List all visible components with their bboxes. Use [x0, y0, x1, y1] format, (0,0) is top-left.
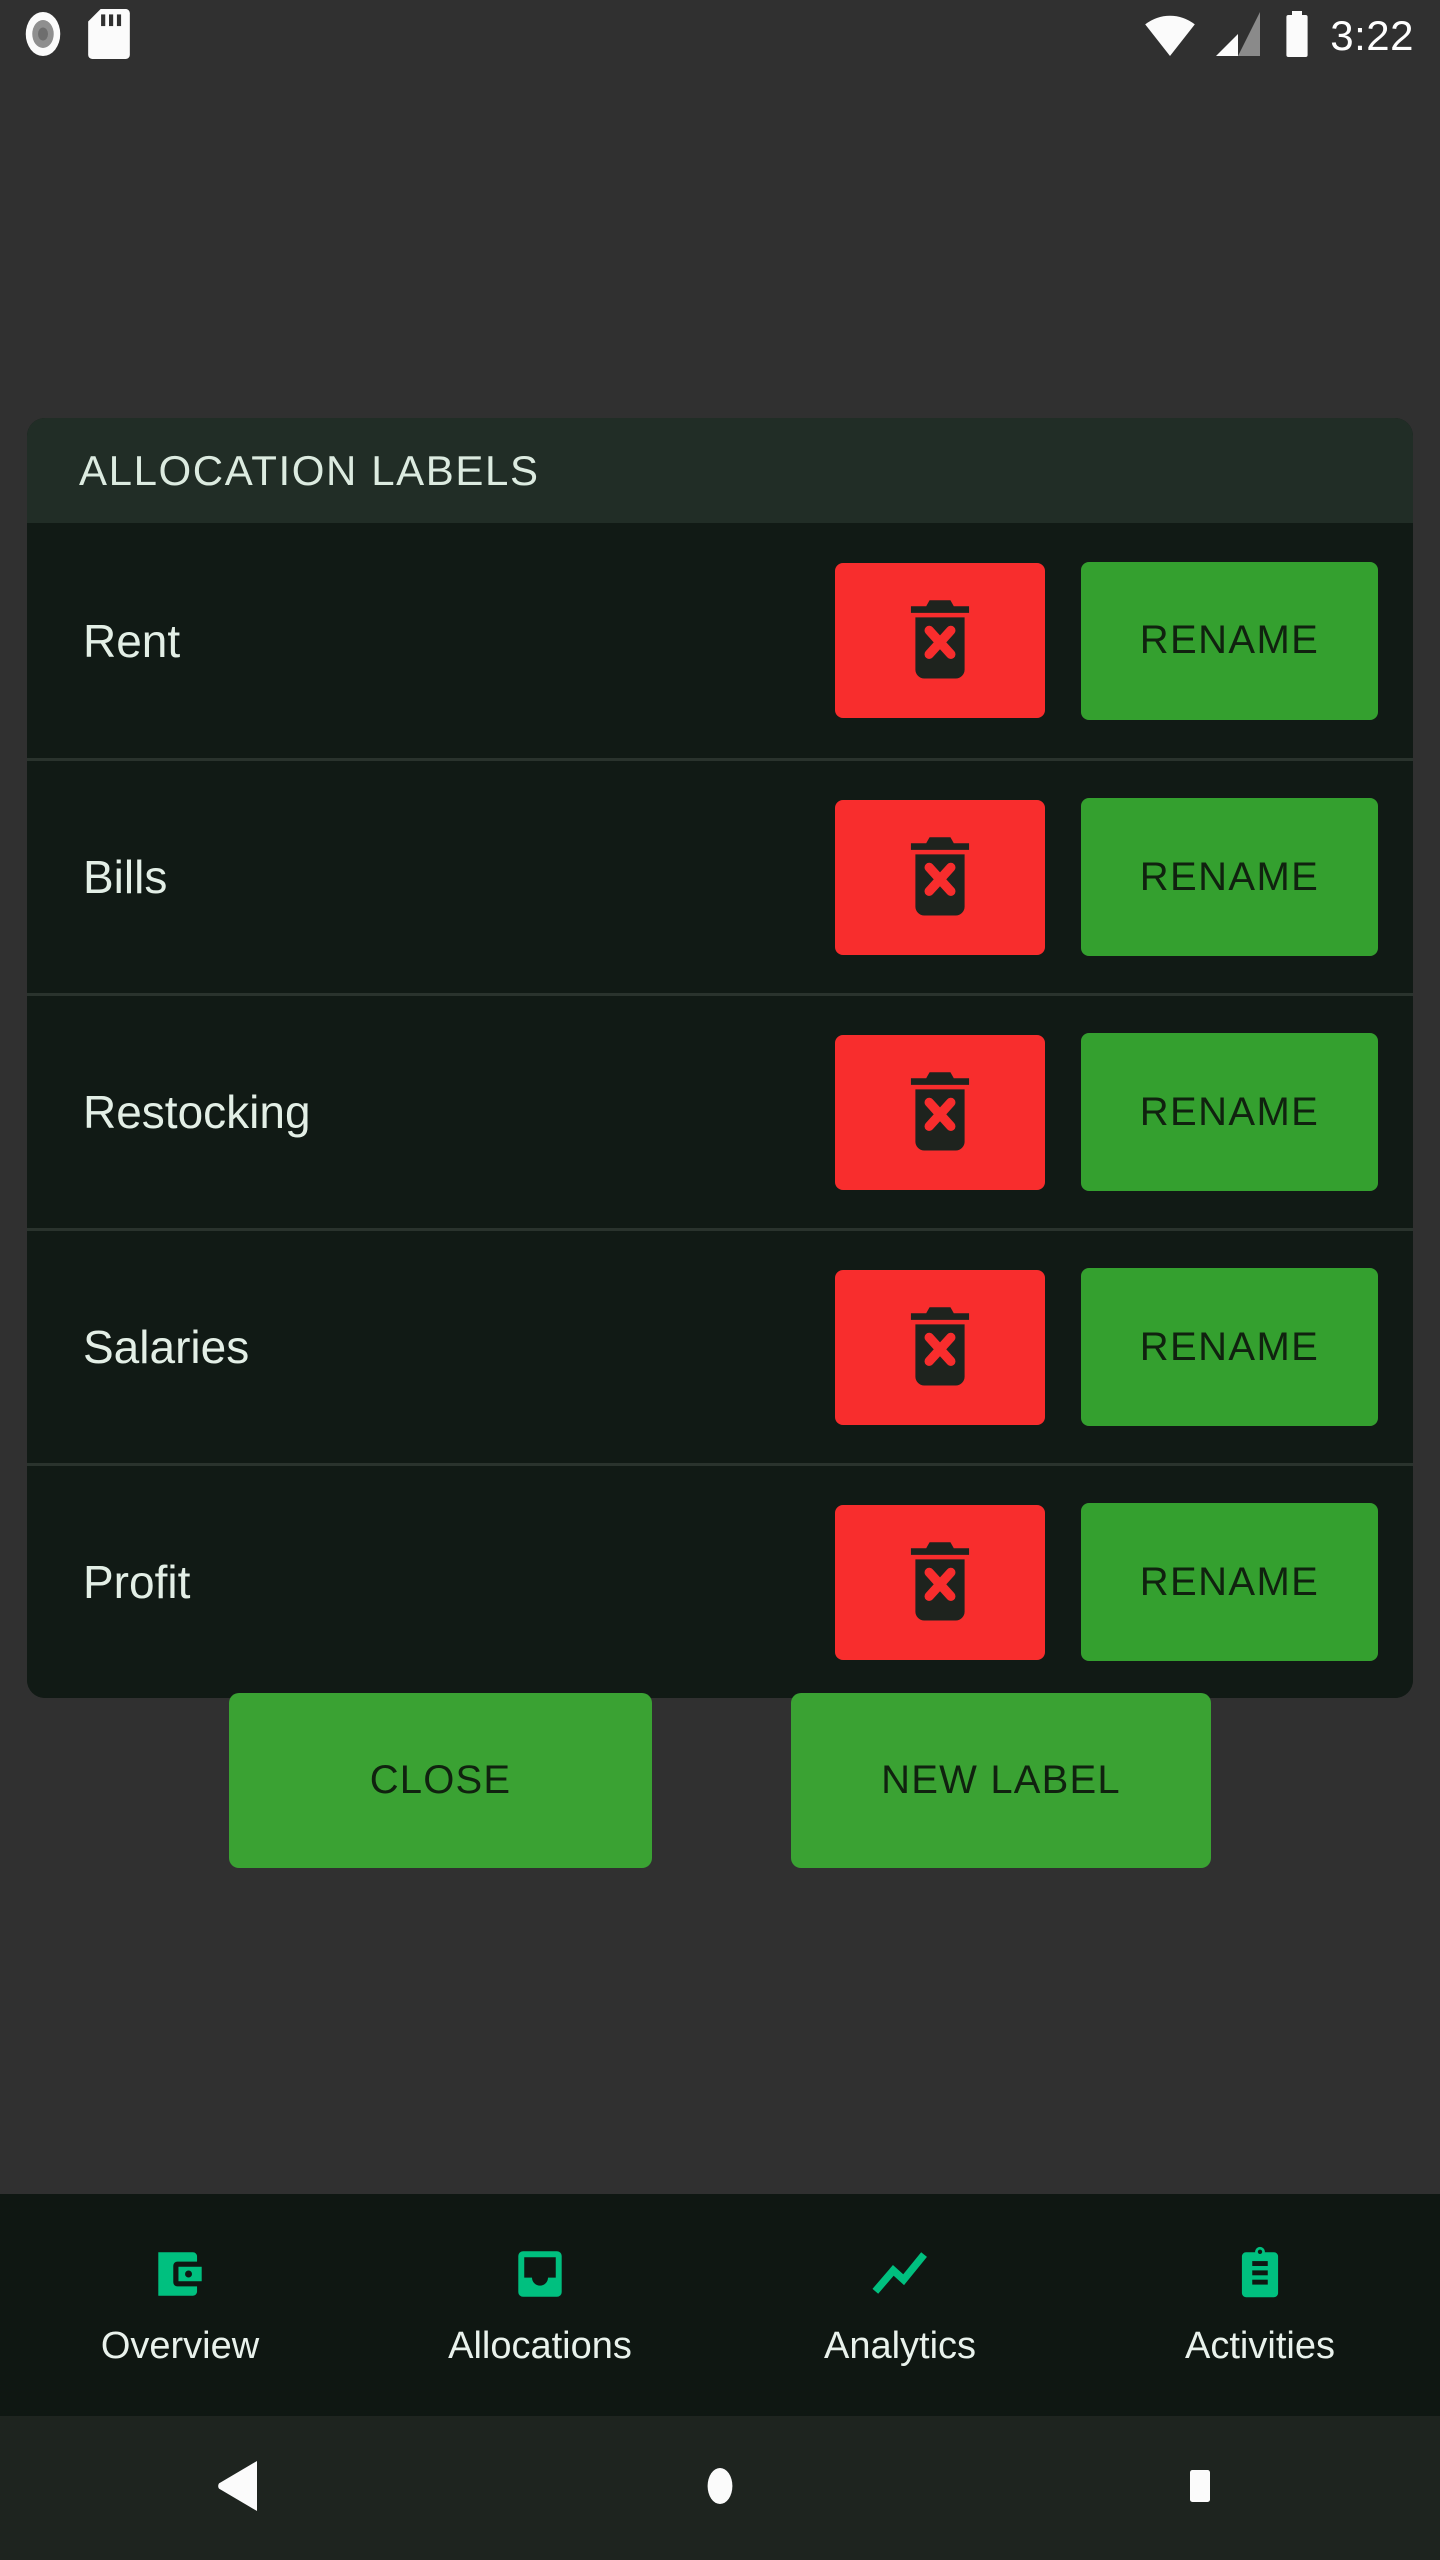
delete-button[interactable] — [835, 1504, 1045, 1660]
wallet-icon — [149, 2243, 211, 2305]
nav-item-activities[interactable]: Activities — [1080, 2194, 1440, 2416]
trash-x-icon — [902, 835, 978, 920]
android-navigation-bar — [0, 2416, 1440, 2560]
table-row: Salaries RENAME — [27, 1228, 1413, 1463]
label-name: Bills — [83, 851, 168, 903]
nav-label: Analytics — [823, 2324, 977, 2367]
label-name: Salaries — [83, 1321, 250, 1373]
sd-card-icon — [88, 8, 130, 64]
label-name: Profit — [83, 1556, 191, 1608]
rename-button[interactable]: RENAME — [1081, 1033, 1378, 1191]
recents-square-icon — [1173, 2457, 1227, 2520]
table-row: Bills RENAME — [27, 758, 1413, 993]
delete-button[interactable] — [835, 1034, 1045, 1190]
status-bar: 3:22 — [0, 0, 1440, 72]
row-actions: RENAME — [835, 1033, 1413, 1191]
nav-item-overview[interactable]: Overview — [0, 2194, 360, 2416]
delete-button[interactable] — [835, 799, 1045, 955]
rename-button[interactable]: RENAME — [1081, 798, 1378, 956]
delete-button[interactable] — [835, 563, 1045, 718]
status-bar-clock: 3:22 — [1330, 12, 1414, 59]
battery-icon — [1284, 10, 1310, 62]
clipboard-icon — [1229, 2243, 1291, 2305]
back-button[interactable] — [0, 2457, 480, 2520]
label-name: Restocking — [83, 1086, 311, 1138]
dialog-footer: CLOSE NEW LABEL — [0, 1693, 1440, 1868]
nav-label: Allocations — [448, 2324, 632, 2367]
row-actions: RENAME — [835, 798, 1413, 956]
table-row: Restocking RENAME — [27, 993, 1413, 1228]
inbox-icon — [509, 2243, 571, 2305]
cellular-signal-icon — [1216, 11, 1264, 61]
row-actions: RENAME — [835, 561, 1413, 720]
nav-label: Activities — [1185, 2324, 1335, 2367]
trash-x-icon — [902, 1540, 978, 1625]
wifi-icon — [1144, 12, 1196, 61]
allocation-labels-dialog: ALLOCATION LABELS Rent RENAME Bills RENA… — [27, 418, 1413, 1698]
row-actions: RENAME — [835, 1268, 1413, 1426]
screen-record-icon — [20, 11, 66, 62]
trash-x-icon — [902, 598, 978, 683]
nav-item-allocations[interactable]: Allocations — [360, 2194, 720, 2416]
phone-screen: 3:22 ALLOCATION LABELS Rent RENAME Bills… — [0, 0, 1440, 2560]
dialog-header: ALLOCATION LABELS — [27, 418, 1413, 523]
close-button[interactable]: CLOSE — [229, 1693, 652, 1868]
back-triangle-icon — [213, 2457, 267, 2520]
recents-button[interactable] — [960, 2457, 1440, 2520]
rename-button[interactable]: RENAME — [1081, 1503, 1378, 1661]
trending-up-icon — [869, 2243, 931, 2305]
label-name: Rent — [83, 614, 181, 667]
bottom-navigation: Overview Allocations Analytics Activitie… — [0, 2194, 1440, 2416]
trash-x-icon — [902, 1070, 978, 1155]
nav-label: Overview — [100, 2324, 260, 2367]
status-bar-right-icons: 3:22 — [1144, 0, 1414, 72]
rename-button[interactable]: RENAME — [1081, 1268, 1378, 1426]
home-circle-icon — [693, 2457, 747, 2520]
dialog-title: ALLOCATION LABELS — [79, 446, 540, 494]
delete-button[interactable] — [835, 1269, 1045, 1425]
table-row: Rent RENAME — [27, 523, 1413, 758]
status-bar-left-icons — [20, 0, 130, 72]
table-row: Profit RENAME — [27, 1463, 1413, 1698]
nav-item-analytics[interactable]: Analytics — [720, 2194, 1080, 2416]
trash-x-icon — [902, 1305, 978, 1390]
home-button[interactable] — [480, 2457, 960, 2520]
rename-button[interactable]: RENAME — [1081, 561, 1378, 720]
new-label-button[interactable]: NEW LABEL — [791, 1693, 1211, 1868]
row-actions: RENAME — [835, 1503, 1413, 1661]
